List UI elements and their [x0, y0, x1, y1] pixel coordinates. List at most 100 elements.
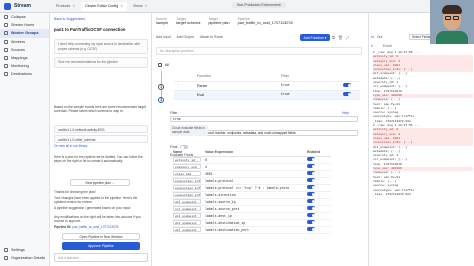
brand[interactable]: Stream [0, 0, 50, 13]
toggle-switch[interactable] [307, 178, 315, 182]
tab-products[interactable]: Products ✕ [52, 2, 79, 11]
field-expression[interactable]: labels.destination_ip [203, 219, 305, 227]
filter-input[interactable]: true [170, 116, 358, 122]
table-row[interactable]: class_uid 4001 ⋮ [171, 170, 331, 178]
back-link[interactable]: Back to Suggestions [54, 17, 85, 21]
toggle-switch[interactable] [307, 157, 315, 161]
toggle-switch[interactable] [307, 227, 315, 231]
field-name-input[interactable]: connection_info [173, 185, 201, 190]
field-name-input[interactable]: src_endpoint [173, 206, 201, 211]
nav-workers[interactable]: Workers [0, 38, 49, 46]
nav-organization-details[interactable]: Organization Details [0, 254, 50, 262]
toggle-switch[interactable] [343, 92, 351, 96]
add-function-button[interactable]: Add Function ▾ [300, 34, 330, 41]
more-icon[interactable]: ⋮ [317, 221, 320, 225]
toggle-switch[interactable] [307, 206, 315, 210]
table-row[interactable]: ⋮⋮ Parser true [174, 81, 360, 91]
table-row[interactable]: ⋮⋮ Eval true [174, 90, 360, 100]
delete-icon[interactable]: 🗑 [338, 35, 343, 40]
more-icon[interactable]: ⋮ [317, 193, 320, 197]
close-icon[interactable]: ✕ [145, 4, 148, 8]
table-row[interactable]: src_endpoint labels.source_port ⋮ [171, 205, 331, 213]
nav-sources[interactable]: Sources [0, 46, 49, 54]
crumb-target[interactable]: Target target schema [176, 17, 200, 25]
field-expression[interactable]: labels.dest_ip [203, 212, 305, 220]
table-row[interactable]: connection_info labels.protocol ⋮ [171, 177, 331, 185]
more-icon[interactable]: ⋮ [317, 228, 320, 232]
table-row[interactable]: category_uid 4 ⋮ [171, 163, 331, 171]
select-all-row[interactable]: All [158, 63, 169, 67]
nav-stream-home[interactable]: Stream Home [0, 21, 49, 29]
function-toggle[interactable] [340, 81, 360, 91]
crumb-pipeline[interactable]: Pipeline pan_traffic_to_ocsf_1707113078 [238, 17, 293, 25]
table-row[interactable]: dst_endpoint labels.destination_port ⋮ [171, 226, 331, 234]
open-pipeline-button[interactable]: Open Pipeline in New Window [62, 233, 140, 240]
table-row[interactable]: dst_endpoint labels.dest_ip ⋮ [171, 212, 331, 220]
nav-worker-groups[interactable]: Worker Groups [0, 29, 49, 38]
suggestion-hint[interactable]: I need help connecting my input source t… [54, 39, 148, 55]
field-expression[interactable]: labels.source_port [203, 205, 305, 213]
field-expression[interactable]: labels.protocol === 'tcp' ? 6 : labels.p… [203, 184, 305, 192]
field-expression[interactable]: labels.destination_port [203, 226, 305, 234]
tab-cluster-editor[interactable]: Cluster Editor Config ✕ [81, 1, 128, 11]
field-name-input[interactable]: dst_endpoint [173, 227, 201, 232]
toggle-switch[interactable] [307, 164, 315, 168]
crumb-source[interactable]: Source sample [156, 17, 168, 25]
tab-views[interactable]: Views ✕ [129, 2, 151, 11]
toggle-switch[interactable] [307, 220, 315, 224]
close-icon[interactable]: ✕ [72, 4, 75, 8]
field-name-input[interactable]: activity_id [173, 157, 201, 162]
field-expression[interactable]: 6 [203, 156, 305, 164]
field-name-input[interactable]: dst_endpoint [173, 220, 201, 225]
nav-collapse[interactable]: Collapse [0, 13, 49, 21]
field-expression[interactable]: labels.protocol [203, 177, 305, 185]
help-link[interactable]: Help [342, 111, 349, 115]
tab-out[interactable]: Out [377, 35, 382, 39]
copy-icon[interactable]: ⧉ [332, 35, 335, 40]
schema-option[interactable]: ocsfbv1.1.0.other_schema [54, 135, 148, 143]
field-name-input[interactable]: dst_endpoint [173, 213, 201, 218]
table-row[interactable]: dst_endpoint labels.source_ip ⋮ [171, 198, 331, 206]
field-name-input[interactable]: connection_info [173, 178, 201, 183]
checkbox-icon[interactable] [158, 63, 162, 67]
schema-option[interactable]: ocsfbv1.1.0.network.activity.4001 [54, 125, 148, 133]
field-name-input[interactable]: connection_info [173, 192, 201, 197]
toggle-switch[interactable] [307, 199, 315, 203]
more-icon[interactable]: ⋮ [317, 165, 320, 169]
drag-handle-icon[interactable]: ⋮⋮ [174, 81, 194, 91]
toggle-switch[interactable] [307, 213, 315, 217]
tab-in[interactable]: In [371, 35, 374, 39]
suggestion-hint[interactable]: Give me recommendations for the pipeline [54, 57, 148, 68]
chat-input[interactable]: Ask a question... [54, 253, 148, 262]
add-input-link[interactable]: Add Input [156, 35, 171, 39]
function-toggle[interactable] [340, 90, 360, 100]
field-expression[interactable]: 4 [203, 163, 305, 171]
nav-settings[interactable]: Settings [0, 246, 50, 254]
pipeline-description[interactable]: No description provided [156, 47, 362, 55]
more-icon[interactable]: ⋮ [317, 158, 320, 162]
function-node[interactable]: 2 [158, 97, 164, 103]
toggle-switch[interactable] [307, 185, 315, 189]
toggle-switch[interactable] [307, 171, 315, 175]
view-library-link[interactable]: Or view all in our library [54, 144, 148, 148]
table-row[interactable]: activity_id 6 ⋮ [171, 156, 331, 164]
nav-destinations[interactable]: Destinations [0, 70, 49, 78]
field-name-input[interactable]: category_uid [173, 164, 201, 169]
toggle-switch[interactable] [307, 192, 315, 196]
field-name-input[interactable]: class_uid [173, 171, 201, 176]
nav-mappings[interactable]: Mappings [0, 54, 49, 62]
more-icon[interactable]: ⋮ [317, 172, 320, 176]
crumb-plan[interactable]: Target pipeline plan [208, 17, 229, 25]
approve-pipeline-button[interactable]: Approve Pipeline [62, 242, 140, 250]
view-plan-button[interactable]: View pipeline plan → [70, 179, 130, 186]
more-icon[interactable]: ⋮ [317, 186, 320, 190]
toggle-switch[interactable] [343, 83, 351, 87]
field-name-input[interactable]: dst_endpoint [173, 199, 201, 204]
more-icon[interactable]: ⋮ [317, 207, 320, 211]
table-row[interactable]: connection_info labels.direction ⋮ [171, 191, 331, 199]
add-output-link[interactable]: Add Output [177, 35, 194, 39]
expand-icon[interactable]: ⤢ [346, 35, 349, 40]
nav-monitoring[interactable]: Monitoring [0, 62, 49, 70]
table-row[interactable]: connection_info labels.protocol === 'tcp'… [171, 184, 331, 192]
function-node[interactable]: 1 [158, 84, 164, 90]
